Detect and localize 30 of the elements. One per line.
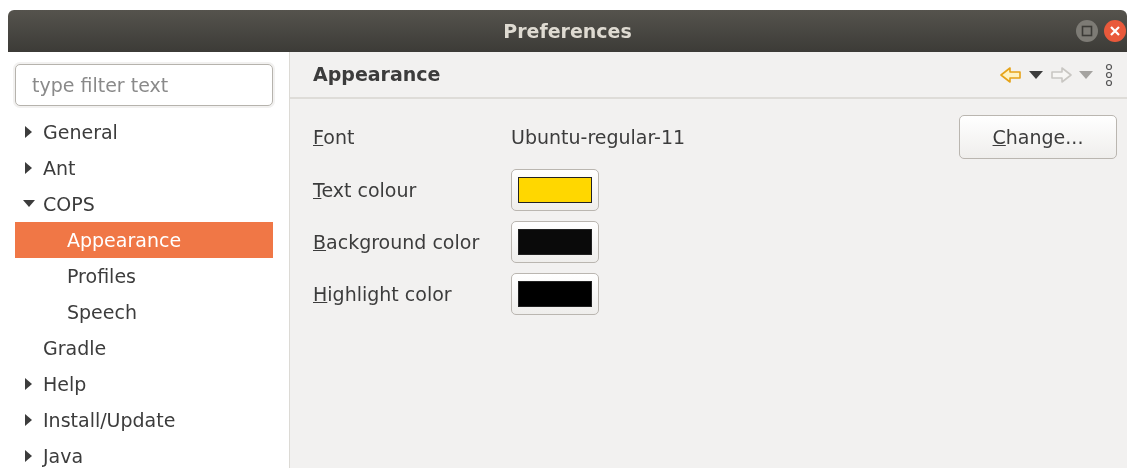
field-label: Text colour <box>313 177 418 203</box>
menu-icon[interactable] <box>1105 62 1113 87</box>
close-icon[interactable] <box>1103 19 1127 43</box>
tree-item[interactable]: General <box>15 114 273 150</box>
color-picker-button[interactable] <box>511 273 599 315</box>
page-title: Appearance <box>313 62 441 88</box>
collapsed-arrow-icon[interactable] <box>25 378 33 390</box>
collapsed-arrow-icon[interactable] <box>25 450 33 462</box>
tree-item[interactable]: Install/Update <box>15 402 273 438</box>
field-label: Font <box>313 124 356 150</box>
tree-item[interactable]: Gradle <box>15 330 273 366</box>
change-button[interactable]: Change... <box>959 115 1117 159</box>
collapsed-arrow-icon[interactable] <box>25 414 33 426</box>
dropdown-caret-icon[interactable] <box>1029 70 1043 79</box>
collapsed-arrow-icon[interactable] <box>25 126 33 138</box>
tree-item[interactable]: COPS <box>15 186 273 222</box>
filter-field[interactable]: type filter text <box>15 64 273 106</box>
color-picker-button[interactable] <box>511 221 599 263</box>
field-label: Background color <box>313 229 481 255</box>
color-picker-button[interactable] <box>511 169 599 211</box>
window-title: Preferences <box>503 18 632 44</box>
tree-item[interactable]: Speech <box>15 294 273 330</box>
tree-item[interactable]: Profiles <box>15 258 273 294</box>
tree-item[interactable]: Ant <box>15 150 273 186</box>
expanded-arrow-icon[interactable] <box>23 200 35 208</box>
field-label: Highlight color <box>313 281 453 307</box>
tree-item[interactable]: Java <box>15 438 273 468</box>
font-value: Ubuntu-regular-11 <box>511 125 686 148</box>
tree-item[interactable]: Help <box>15 366 273 402</box>
collapsed-arrow-icon[interactable] <box>25 162 33 174</box>
